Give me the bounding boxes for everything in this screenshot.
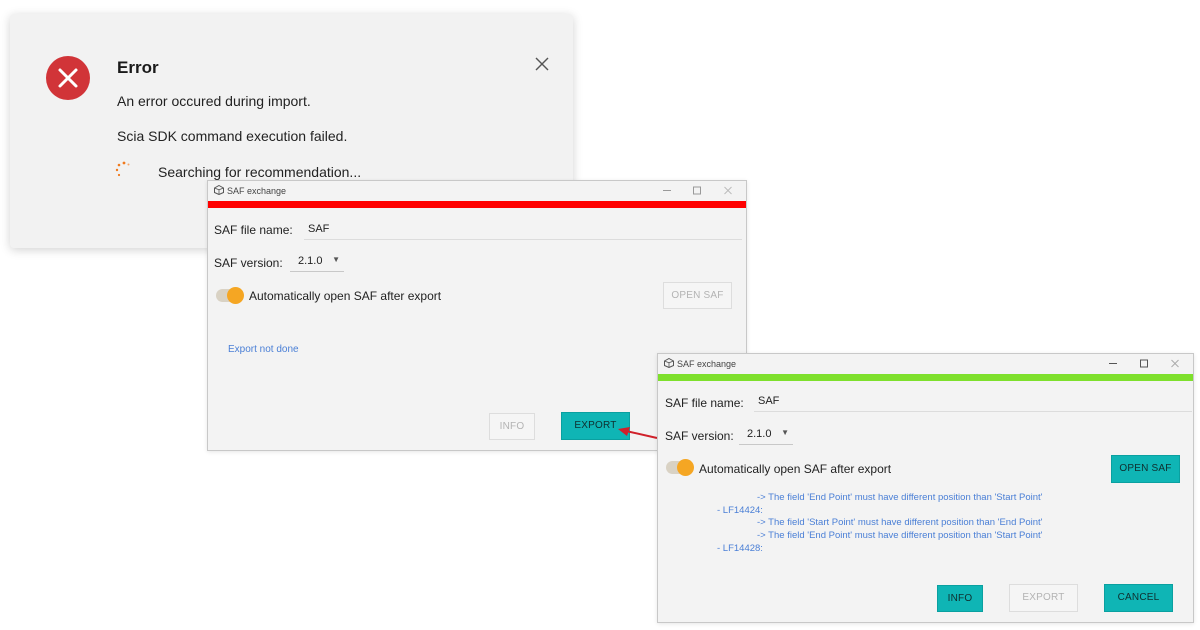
chevron-down-icon: ▼: [781, 428, 789, 437]
version-label: SAF version:: [214, 256, 283, 270]
annotation-arrow: [618, 427, 658, 439]
close-icon[interactable]: [721, 184, 735, 197]
window-title: SAF exchange: [677, 359, 737, 369]
log-line: - LF14428:: [717, 543, 763, 554]
file-name-input[interactable]: [754, 391, 1192, 412]
saf-exchange-window-success: SAF exchange SAF file name: SAF version:…: [657, 353, 1194, 623]
maximize-icon[interactable]: [1137, 357, 1151, 370]
minimize-icon[interactable]: [660, 184, 674, 197]
info-button[interactable]: INFO: [489, 413, 535, 440]
auto-open-label: Automatically open SAF after export: [699, 462, 892, 476]
error-title: Error: [117, 58, 159, 77]
auto-open-label: Automatically open SAF after export: [249, 289, 442, 303]
error-detail: Scia SDK command execution failed.: [117, 128, 348, 144]
minimize-icon[interactable]: [1106, 357, 1120, 370]
app-cube-icon: [664, 358, 674, 368]
export-button[interactable]: EXPORT: [1009, 584, 1078, 612]
file-name-input[interactable]: [304, 219, 742, 240]
version-dropdown[interactable]: 2.1.0 ▼: [739, 424, 793, 445]
close-icon[interactable]: [1168, 357, 1182, 370]
open-saf-button[interactable]: OPEN SAF: [663, 282, 732, 309]
close-icon[interactable]: [532, 54, 552, 74]
title-bar: SAF exchange: [208, 181, 746, 200]
open-saf-button[interactable]: OPEN SAF: [1111, 455, 1180, 483]
maximize-icon[interactable]: [690, 184, 704, 197]
file-name-label: SAF file name:: [665, 396, 744, 410]
app-cube-icon: [214, 185, 224, 195]
status-bar-red: [208, 201, 746, 208]
log-line: - LF14424:: [717, 505, 763, 516]
file-name-label: SAF file name:: [214, 223, 293, 237]
version-label: SAF version:: [665, 429, 734, 443]
status-bar-green: [658, 374, 1193, 381]
info-button[interactable]: INFO: [937, 585, 983, 612]
version-value: 2.1.0: [298, 255, 323, 267]
auto-open-toggle[interactable]: [666, 459, 694, 476]
log-line: -> The field 'End Point' must have diffe…: [757, 492, 1043, 503]
error-message: An error occured during import.: [117, 93, 311, 109]
auto-open-toggle[interactable]: [216, 287, 244, 304]
version-value: 2.1.0: [747, 428, 772, 440]
chevron-down-icon: ▼: [332, 255, 340, 264]
title-bar: SAF exchange: [658, 354, 1193, 373]
window-title: SAF exchange: [227, 186, 287, 196]
error-x-icon: [46, 56, 90, 100]
loading-spinner-icon: [114, 160, 134, 180]
version-dropdown[interactable]: 2.1.0 ▼: [290, 251, 344, 272]
export-status-text: Export not done: [228, 344, 299, 355]
cancel-button[interactable]: CANCEL: [1104, 584, 1173, 612]
searching-text: Searching for recommendation...: [158, 164, 362, 180]
log-line: -> The field 'Start Point' must have dif…: [757, 517, 1043, 528]
log-line: -> The field 'End Point' must have diffe…: [757, 530, 1043, 541]
